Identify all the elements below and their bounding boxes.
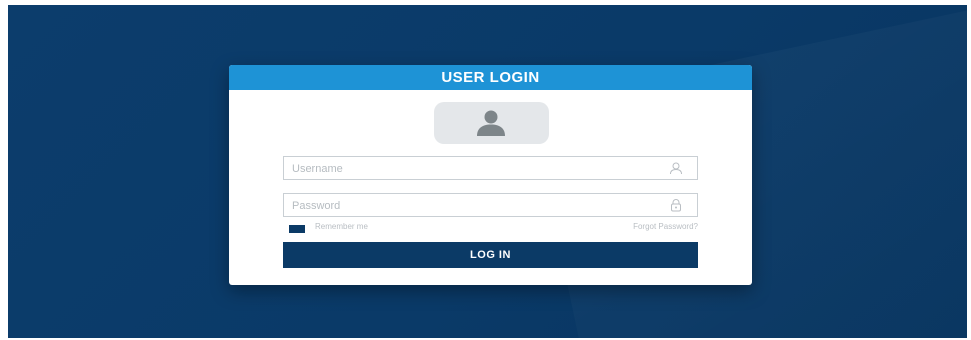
forgot-password-link[interactable]: Forgot Password? [633,222,698,231]
login-title: USER LOGIN [441,69,540,86]
remember-me-checkbox[interactable] [289,225,305,233]
user-silhouette-icon [477,110,505,136]
remember-me-label[interactable]: Remember me [315,222,368,231]
password-field-wrapper [283,193,698,217]
password-input[interactable] [290,196,654,216]
page-background: USER LOGIN Remember me [8,5,967,338]
login-button[interactable]: LOG IN [283,242,698,268]
login-card: USER LOGIN Remember me [229,65,752,285]
username-field-wrapper [283,156,698,180]
username-input[interactable] [290,159,654,179]
avatar [434,102,549,144]
login-options: Remember me Forgot Password? [283,222,698,236]
login-card-header: USER LOGIN [229,65,752,90]
lock-outline-icon [671,199,681,212]
user-outline-icon [670,162,682,175]
